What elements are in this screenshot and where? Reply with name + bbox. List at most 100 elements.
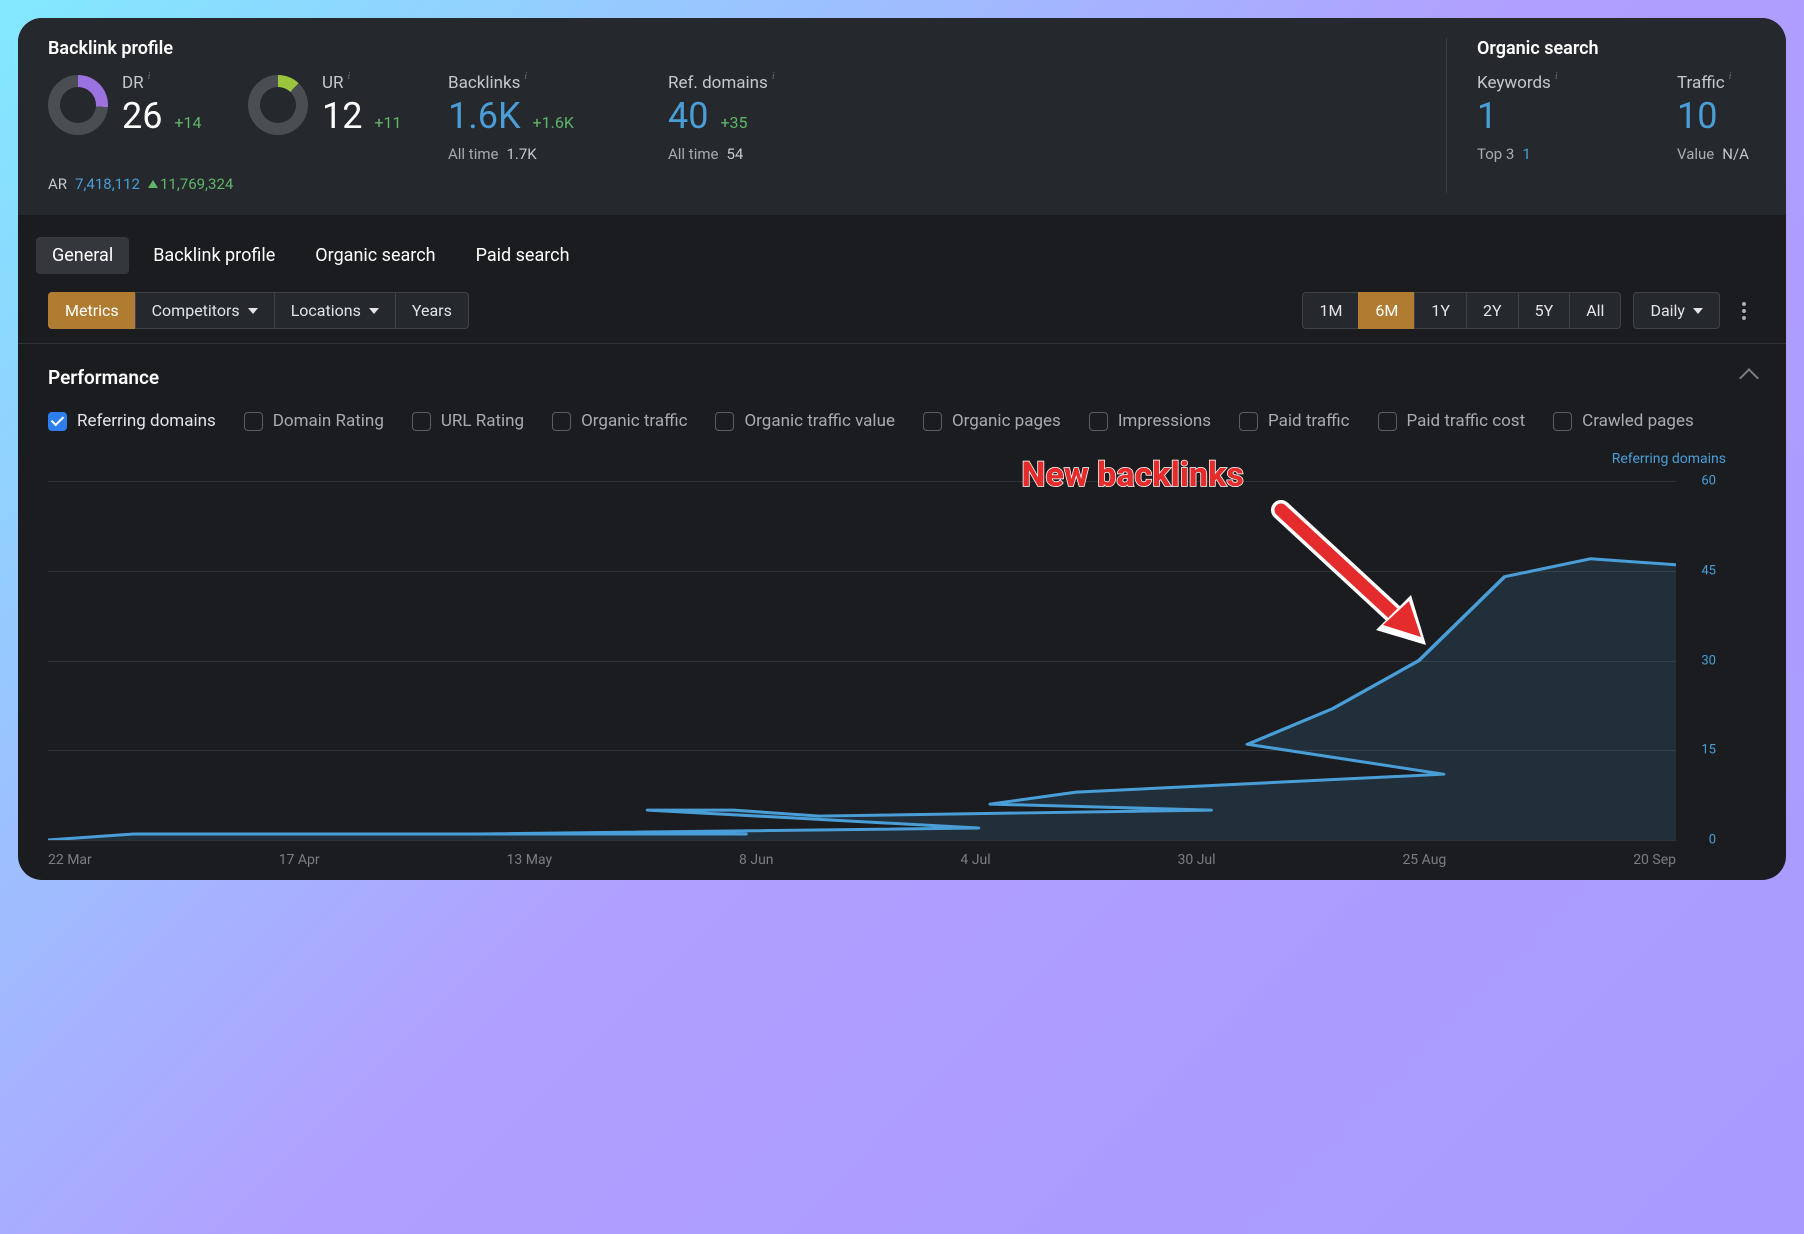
donut-chart-ur bbox=[248, 75, 308, 135]
info-icon[interactable]: i bbox=[524, 71, 527, 82]
range-5y-button[interactable]: 5Y bbox=[1518, 292, 1570, 329]
chevron-down-icon bbox=[369, 308, 379, 314]
competitors-button[interactable]: Competitors bbox=[135, 292, 274, 329]
info-icon[interactable]: i bbox=[772, 71, 775, 82]
metric-label: Traffici bbox=[1677, 73, 1749, 93]
x-tick: 25 Aug bbox=[1402, 852, 1446, 868]
toolbar-right: 1M6M1Y2Y5YAll Daily bbox=[1302, 292, 1756, 329]
tab-organic-search[interactable]: Organic search bbox=[299, 237, 451, 274]
performance-section: Performance Referring domains Domain Rati… bbox=[18, 343, 1786, 880]
checkbox-crawled-pages[interactable]: Crawled pages bbox=[1553, 411, 1694, 431]
backlink-profile-section: Backlink profile DRi 26 +14 bbox=[48, 38, 1446, 193]
checkbox-icon bbox=[1378, 412, 1397, 431]
range-all-button[interactable]: All bbox=[1569, 292, 1621, 329]
dashboard-window: Backlink profile DRi 26 +14 bbox=[18, 18, 1786, 880]
toolbar: MetricsCompetitorsLocationsYears 1M6M1Y2… bbox=[18, 292, 1786, 329]
x-tick: 17 Apr bbox=[279, 852, 320, 868]
info-icon[interactable]: i bbox=[1729, 71, 1732, 82]
metric-value[interactable]: 1.6K bbox=[448, 95, 521, 137]
checkbox-label: Organic pages bbox=[952, 411, 1061, 431]
checkbox-label: Paid traffic cost bbox=[1407, 411, 1526, 431]
metric-sub: All time 1.7K bbox=[448, 145, 668, 163]
range-2y-button[interactable]: 2Y bbox=[1466, 292, 1518, 329]
checkbox-icon bbox=[715, 412, 734, 431]
tab-paid-search[interactable]: Paid search bbox=[460, 237, 586, 274]
checkbox-domain-rating[interactable]: Domain Rating bbox=[244, 411, 384, 431]
metric-value: 26 bbox=[122, 95, 162, 137]
performance-header: Performance bbox=[48, 366, 1756, 389]
locations-button[interactable]: Locations bbox=[274, 292, 395, 329]
metric-ref-domains[interactable]: Ref. domainsi 40 +35 All time 54 bbox=[668, 73, 898, 163]
checkbox-organic-traffic[interactable]: Organic traffic bbox=[552, 411, 687, 431]
metric-backlinks[interactable]: Backlinksi 1.6K +1.6K All time 1.7K bbox=[448, 73, 668, 163]
chevron-up-icon[interactable] bbox=[1739, 368, 1759, 388]
y-tick: 30 bbox=[1701, 653, 1716, 668]
metric-ur[interactable]: URi 12 +11 bbox=[248, 73, 448, 137]
tab-backlink-profile[interactable]: Backlink profile bbox=[137, 237, 291, 274]
organic-search-section: Organic search Keywordsi 1 Top 3 1 bbox=[1446, 38, 1756, 193]
performance-chart[interactable]: 01530456022 Mar17 Apr13 May8 Jun4 Jul30 … bbox=[48, 481, 1676, 840]
info-icon[interactable]: i bbox=[148, 71, 151, 82]
granularity-button[interactable]: Daily bbox=[1633, 292, 1720, 329]
ar-label: AR bbox=[48, 175, 67, 193]
triangle-up-icon bbox=[148, 180, 158, 188]
years-button[interactable]: Years bbox=[395, 292, 469, 329]
metrics-button[interactable]: Metrics bbox=[48, 292, 135, 329]
metric-traffic[interactable]: Traffici 10 Value N/A bbox=[1677, 73, 1749, 163]
checkbox-impressions[interactable]: Impressions bbox=[1089, 411, 1211, 431]
section-title: Organic search bbox=[1477, 38, 1756, 59]
metric-value[interactable]: 1 bbox=[1477, 95, 1497, 137]
y-tick: 45 bbox=[1701, 563, 1716, 578]
range-1y-button[interactable]: 1Y bbox=[1414, 292, 1466, 329]
checkbox-label: Referring domains bbox=[77, 411, 216, 431]
checkbox-icon bbox=[1239, 412, 1258, 431]
checkbox-label: Impressions bbox=[1118, 411, 1211, 431]
metric-delta: +14 bbox=[174, 113, 201, 132]
ar-value[interactable]: 7,418,112 bbox=[75, 175, 140, 193]
metric-value: 12 bbox=[322, 95, 362, 137]
checkbox-icon bbox=[552, 412, 571, 431]
metrics-row: DRi 26 +14 URi bbox=[48, 73, 1446, 163]
range-6m-button[interactable]: 6M bbox=[1358, 292, 1414, 329]
y-tick: 60 bbox=[1701, 474, 1716, 489]
metric-sub: Value N/A bbox=[1677, 145, 1749, 163]
checkbox-label: Domain Rating bbox=[273, 411, 384, 431]
metric-delta: +1.6K bbox=[533, 113, 574, 132]
x-tick: 30 Jul bbox=[1177, 852, 1215, 868]
info-icon[interactable]: i bbox=[1555, 71, 1558, 82]
chevron-down-icon bbox=[1693, 308, 1703, 314]
checkbox-icon bbox=[48, 412, 67, 431]
checkbox-icon bbox=[1553, 412, 1572, 431]
granularity-selector: Daily bbox=[1633, 292, 1720, 329]
checkbox-icon bbox=[923, 412, 942, 431]
more-options-button[interactable] bbox=[1732, 299, 1756, 323]
y-tick: 15 bbox=[1701, 743, 1716, 758]
metric-label: Keywordsi bbox=[1477, 73, 1677, 93]
checkbox-referring-domains[interactable]: Referring domains bbox=[48, 411, 216, 431]
checkbox-label: Paid traffic bbox=[1268, 411, 1349, 431]
chart-legend[interactable]: Referring domains bbox=[1612, 451, 1726, 467]
checkbox-organic-pages[interactable]: Organic pages bbox=[923, 411, 1061, 431]
info-icon[interactable]: i bbox=[348, 71, 351, 82]
checkbox-label: Organic traffic value bbox=[744, 411, 894, 431]
checkbox-url-rating[interactable]: URL Rating bbox=[412, 411, 524, 431]
metric-value[interactable]: 40 bbox=[668, 95, 708, 137]
ar-delta: 11,769,324 bbox=[148, 175, 233, 193]
range-1m-button[interactable]: 1M bbox=[1302, 292, 1358, 329]
metric-value[interactable]: 10 bbox=[1677, 95, 1717, 137]
chevron-down-icon bbox=[248, 308, 258, 314]
ar-row: AR 7,418,112 11,769,324 bbox=[48, 175, 1446, 193]
checkbox-paid-traffic[interactable]: Paid traffic bbox=[1239, 411, 1349, 431]
x-tick: 8 Jun bbox=[739, 852, 774, 868]
checkbox-organic-traffic-value[interactable]: Organic traffic value bbox=[715, 411, 894, 431]
donut-chart-dr bbox=[48, 75, 108, 135]
chart-region: Referring domains 01530456022 Mar17 Apr1… bbox=[48, 451, 1756, 880]
tab-general[interactable]: General bbox=[36, 237, 129, 274]
checkbox-paid-traffic-cost[interactable]: Paid traffic cost bbox=[1378, 411, 1526, 431]
y-tick: 0 bbox=[1709, 833, 1716, 848]
metric-delta: +11 bbox=[374, 113, 401, 132]
metric-dr[interactable]: DRi 26 +14 bbox=[48, 73, 248, 137]
checkbox-label: Crawled pages bbox=[1582, 411, 1694, 431]
metric-keywords[interactable]: Keywordsi 1 Top 3 1 bbox=[1477, 73, 1677, 163]
series-checkboxes: Referring domains Domain Rating URL Rating… bbox=[48, 411, 1756, 431]
